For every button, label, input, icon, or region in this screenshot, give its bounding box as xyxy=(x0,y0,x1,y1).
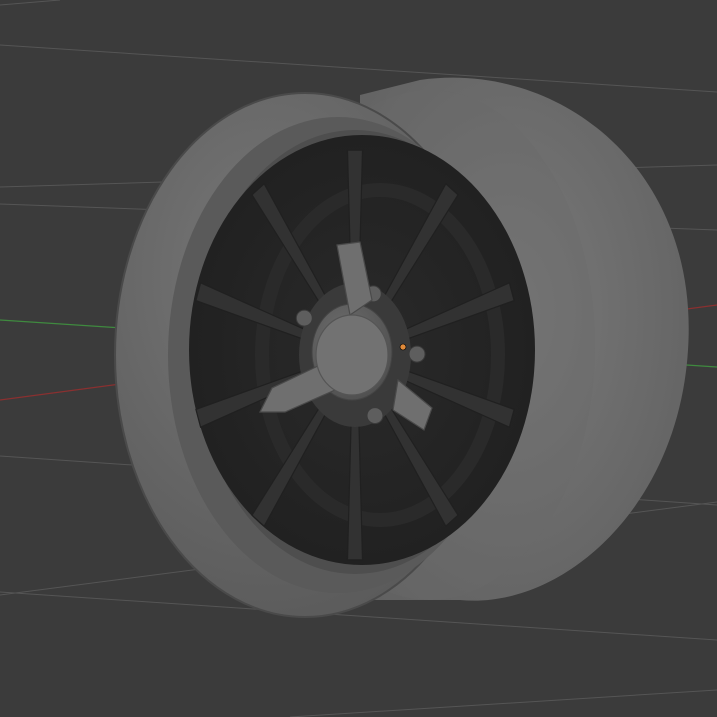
viewport-canvas[interactable] xyxy=(0,0,717,717)
lug-nut xyxy=(295,309,313,327)
lug-nut xyxy=(408,345,426,363)
object-origin-point[interactable] xyxy=(399,343,407,351)
3d-viewport[interactable] xyxy=(0,0,717,717)
lug-nut xyxy=(366,407,384,425)
